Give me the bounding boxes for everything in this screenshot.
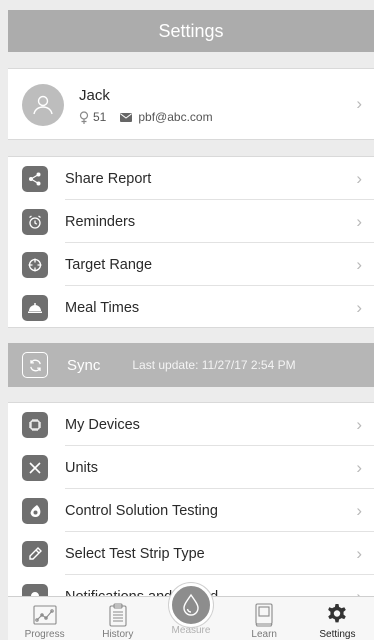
tab-settings-label: Settings [319,629,356,640]
control-solution-row[interactable]: Control Solution Testing › [8,489,374,532]
gear-icon [325,603,349,627]
tab-progress-label: Progress [24,629,65,640]
tab-learn-label: Learn [251,629,277,640]
chevron-right-icon: › [356,168,362,188]
target-range-row[interactable]: Target Range › [8,243,374,286]
sync-bar[interactable]: Sync Last update: 11/27/17 2:54 PM [8,343,374,387]
profile-age: 51 [93,110,107,124]
chevron-right-icon: › [356,254,362,274]
drop-icon [183,593,199,616]
tab-progress[interactable]: Progress [8,597,81,640]
share-report-label: Share Report [65,170,152,187]
alarm-clock-icon [22,208,48,235]
profile-email: pbf@abc.com [138,110,213,124]
sync-last-update: Last update: 11/27/17 2:54 PM [132,358,296,372]
gender-icon [79,110,89,124]
nav-header: Settings [8,10,374,52]
test-strip-label: Select Test Strip Type [65,545,205,562]
tab-measure[interactable]: Measure [154,583,227,640]
reminders-row[interactable]: Reminders › [8,200,374,243]
tab-learn[interactable]: Learn [228,597,301,640]
chevron-right-icon: › [356,94,362,113]
tab-history-label: History [102,629,134,640]
tab-settings[interactable]: Settings [301,597,374,640]
profile-name: Jack [79,87,110,104]
settings-list-1: Share Report › Reminders › Target Range … [8,156,374,328]
control-solution-label: Control Solution Testing [65,502,218,519]
meal-cloche-icon [22,294,48,321]
units-row[interactable]: Units › [8,446,374,489]
my-devices-label: My Devices [65,416,140,433]
share-icon [22,165,48,192]
meal-times-row[interactable]: Meal Times › [8,286,374,329]
chevron-right-icon: › [356,211,362,231]
user-icon [33,95,53,115]
progress-chart-icon [33,603,57,627]
sync-icon [22,352,48,378]
target-icon [22,251,48,278]
test-strip-row[interactable]: Select Test Strip Type › [8,532,374,575]
book-icon [254,603,274,627]
tab-bar: Progress History Measure Learn Settings [8,583,374,640]
page-title: Settings [158,20,224,41]
share-report-row[interactable]: Share Report › [8,157,374,200]
chevron-right-icon: › [356,457,362,477]
sync-label: Sync [67,356,101,374]
units-label: Units [65,459,99,476]
profile-meta: 51 pbf@abc.com [79,110,213,124]
mail-icon [120,112,133,122]
chevron-right-icon: › [356,414,362,434]
my-devices-row[interactable]: My Devices › [8,403,374,446]
chip-icon [22,411,48,438]
profile-row[interactable]: Jack 51 pbf@abc.com › [8,68,374,140]
chevron-right-icon: › [356,297,362,317]
tab-history[interactable]: History [81,597,154,640]
test-strip-icon [22,540,48,567]
drop-icon [22,497,48,524]
clipboard-icon [109,603,127,627]
measure-button[interactable] [169,583,213,627]
arrows-icon [22,454,48,481]
avatar [22,84,64,126]
meal-times-label: Meal Times [65,299,140,316]
target-range-label: Target Range [65,256,153,273]
chevron-right-icon: › [356,543,362,563]
reminders-label: Reminders [65,213,136,230]
chevron-right-icon: › [356,500,362,520]
settings-list-2: My Devices › Units › Control Solution Te… [8,402,374,602]
